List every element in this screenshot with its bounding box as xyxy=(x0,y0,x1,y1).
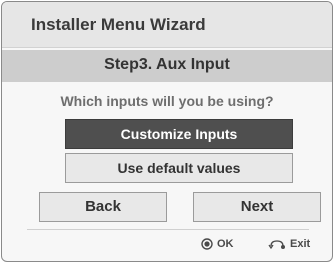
ok-hint: OK xyxy=(201,236,234,252)
question-text: Which inputs will you be using? xyxy=(60,93,274,109)
step-title: Step3. Aux Input xyxy=(104,56,230,73)
ok-hint-label: OK xyxy=(217,238,234,250)
customize-inputs-button[interactable]: Customize Inputs xyxy=(65,119,293,149)
exit-hint: Exit xyxy=(268,236,310,252)
ok-button-icon xyxy=(201,238,213,250)
use-default-values-button[interactable]: Use default values xyxy=(65,153,293,183)
divider xyxy=(27,229,309,230)
exit-hint-label: Exit xyxy=(290,238,311,250)
installer-wizard-dialog: Installer Menu Wizard Step3. Aux Input W… xyxy=(1,1,333,262)
dialog-title: Installer Menu Wizard xyxy=(31,15,206,34)
step-header: Step3. Aux Input xyxy=(2,50,332,82)
back-button[interactable]: Back xyxy=(39,192,167,222)
next-button[interactable]: Next xyxy=(193,192,321,222)
return-arrow-icon xyxy=(268,240,285,250)
title-bar: Installer Menu Wizard xyxy=(2,2,332,48)
